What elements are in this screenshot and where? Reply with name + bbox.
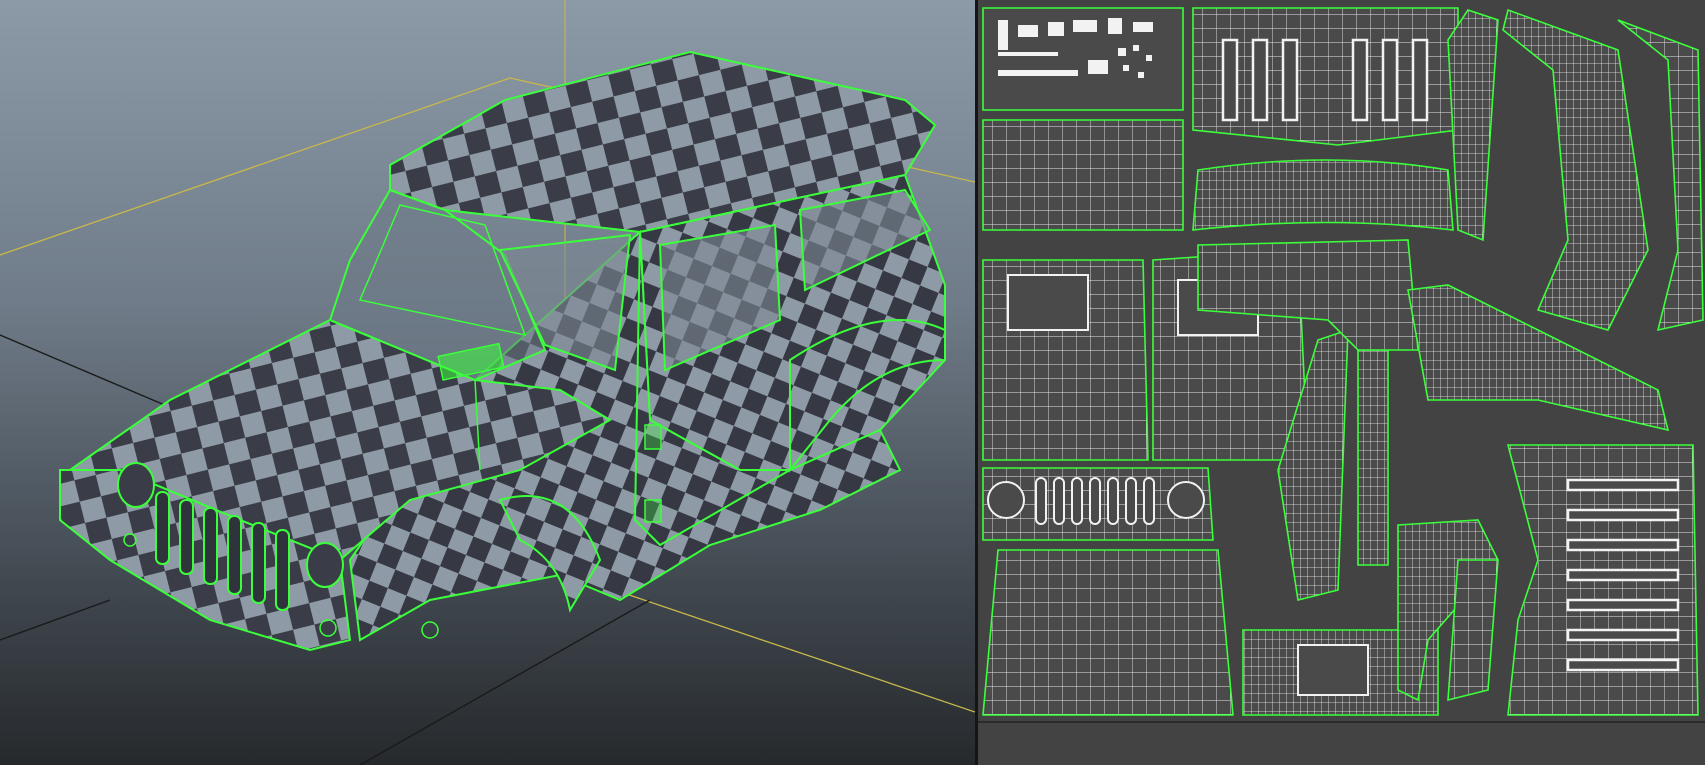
uv-shell-arc-2 — [1502, 8, 1649, 331]
uv-canvas[interactable] — [978, 0, 1705, 765]
jeep-model[interactable] — [59, 50, 946, 652]
uv-shell-hood — [982, 549, 1234, 716]
uv-shell-strip — [1357, 349, 1389, 566]
left-headlight — [117, 462, 155, 508]
uv-shell-arc-1 — [1447, 9, 1499, 242]
app-window: 3D Viewport — [0, 0, 1705, 765]
viewport-3d[interactable]: 3D Viewport — [0, 0, 975, 765]
uv-shell-fender-front — [1407, 284, 1670, 432]
viewport-canvas[interactable] — [0, 0, 975, 765]
right-headlight — [306, 542, 344, 588]
uv-shell-band — [1192, 159, 1454, 231]
uv-shell-dash — [982, 119, 1184, 231]
uv-editor[interactable]: UV Editor — [978, 0, 1705, 765]
